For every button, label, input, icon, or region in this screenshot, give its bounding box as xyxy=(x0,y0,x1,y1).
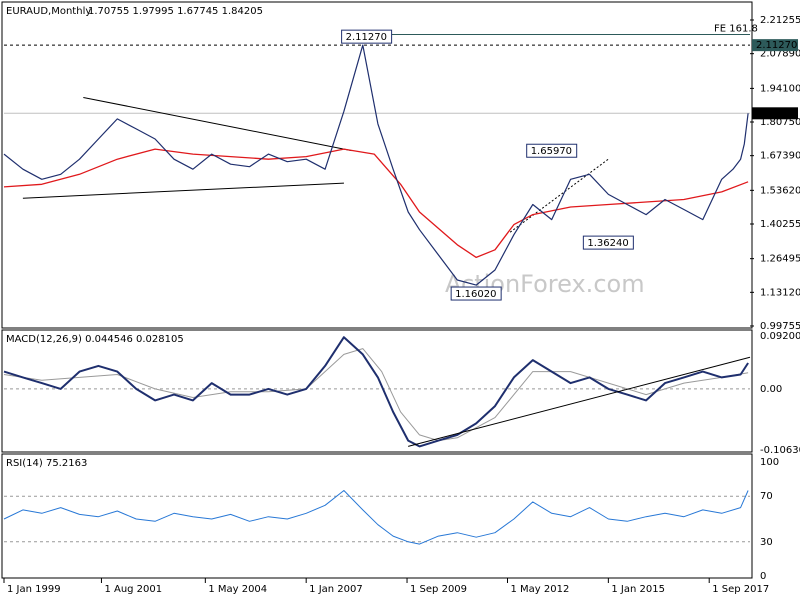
price-panel-title: EURAUD,Monthly xyxy=(6,6,91,17)
high-level-box-label: 2.11270 xyxy=(756,40,797,51)
price-y-tick-label: 2.21255 xyxy=(760,15,800,26)
price-y-tick-label: 1.40255 xyxy=(760,219,800,230)
rsi-panel-title: RSI(14) 75.2163 xyxy=(6,458,87,469)
x-tick-label: 1 Jan 2015 xyxy=(611,584,665,595)
price-y-tick-label: 1.13120 xyxy=(760,287,800,298)
x-tick-label: 1 Jan 2007 xyxy=(309,584,363,595)
current-price-box-label: 1.84205 xyxy=(756,108,797,119)
price-annotation-label: 2.11270 xyxy=(346,32,387,43)
x-tick-label: 1 Sep 2009 xyxy=(410,584,467,595)
price-panel-ohlc: 1.70755 1.97995 1.67745 1.84205 xyxy=(88,6,263,17)
price-y-tick-label: 1.26495 xyxy=(760,254,800,265)
price-annotation-label: 1.36240 xyxy=(587,238,628,249)
x-tick-label: 1 May 2004 xyxy=(208,584,267,595)
x-tick-label: 1 Aug 2001 xyxy=(104,584,162,595)
x-tick-label: 1 Jan 1999 xyxy=(7,584,61,595)
macd-panel-title: MACD(12,26,9) 0.044546 0.028105 xyxy=(6,334,184,345)
price-y-tick-label: 1.53620 xyxy=(760,185,800,196)
price-annotation-label: 1.65970 xyxy=(531,146,572,157)
x-tick-label: 1 May 2012 xyxy=(511,584,570,595)
price-y-tick-label: 1.94100 xyxy=(760,83,800,94)
macd-y-tick-label: 0.092004 xyxy=(760,331,800,342)
rsi-y-tick-label: 30 xyxy=(760,537,773,548)
price-y-tick-label: 1.67390 xyxy=(760,151,800,162)
fe-level-label: FE 161.8 xyxy=(714,23,758,34)
price-annotation-label: 1.16020 xyxy=(455,289,496,300)
macd-panel-frame xyxy=(1,329,753,453)
rsi-panel-frame xyxy=(1,453,753,579)
rsi-y-tick-label: 0 xyxy=(760,571,766,582)
chart-svg: ActionForex.com EURAUD,Monthly 1.70755 1… xyxy=(1,1,800,595)
rsi-y-tick-label: 100 xyxy=(760,457,779,468)
x-tick-label: 1 Sep 2017 xyxy=(712,584,769,595)
chart: ActionForex.com EURAUD,Monthly 1.70755 1… xyxy=(0,0,800,600)
macd-y-tick-label: 0.00 xyxy=(760,384,782,395)
macd-y-tick-label: -0.106308 xyxy=(760,445,800,456)
rsi-y-tick-label: 70 xyxy=(760,491,773,502)
